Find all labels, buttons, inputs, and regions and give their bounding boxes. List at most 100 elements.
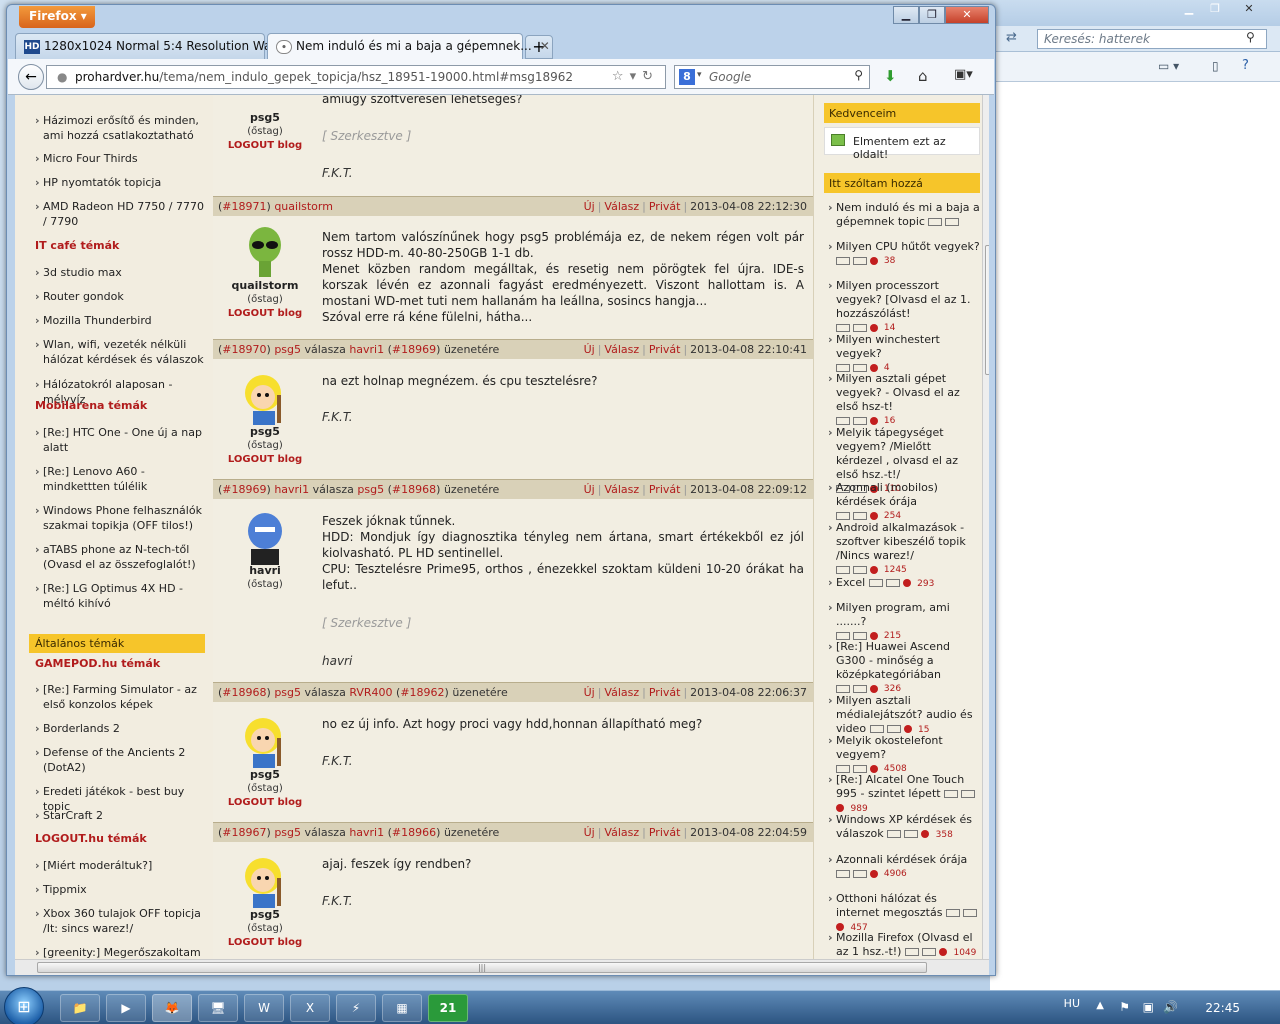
mail-icon[interactable] bbox=[836, 869, 850, 878]
tab-close-icon[interactable]: ✕ bbox=[540, 39, 550, 53]
bell-icon[interactable] bbox=[853, 764, 867, 773]
reply-to-link[interactable]: havri1 bbox=[349, 343, 384, 356]
vertical-scroll-thumb[interactable] bbox=[985, 245, 989, 375]
post-id-link[interactable]: #18968 bbox=[222, 686, 266, 699]
clock[interactable]: 22:45 bbox=[1205, 1001, 1240, 1015]
maximize-button[interactable]: ❐ bbox=[919, 6, 945, 24]
bell-icon[interactable] bbox=[961, 790, 976, 798]
app-21-taskbar-icon[interactable]: 21 bbox=[428, 994, 468, 1022]
author-link[interactable]: havri1 bbox=[274, 483, 309, 496]
mail-icon[interactable] bbox=[944, 790, 959, 798]
mail-icon[interactable] bbox=[868, 579, 883, 587]
reply-id-link[interactable]: #18969 bbox=[392, 343, 436, 356]
bell-icon[interactable] bbox=[853, 256, 867, 265]
list-item[interactable]: [Re:] Farming Simulator - az első konzol… bbox=[35, 682, 205, 712]
new-link[interactable]: Új bbox=[584, 343, 595, 356]
mail-icon[interactable] bbox=[836, 256, 850, 265]
search-icon[interactable]: ⚲ bbox=[854, 68, 863, 82]
reply-id-link[interactable]: #18966 bbox=[392, 826, 436, 839]
list-item[interactable]: 3d studio max bbox=[35, 265, 205, 280]
page-viewport[interactable]: Házimozi erősítő és minden, ami hozzá cs… bbox=[15, 95, 989, 959]
flash-taskbar-icon[interactable]: ⚡ bbox=[336, 994, 376, 1022]
minimize-icon[interactable]: ▁ bbox=[1176, 2, 1202, 18]
horizontal-scroll-thumb[interactable]: ||| bbox=[37, 962, 927, 973]
list-item[interactable]: Nem induló és mi a baja a gépemnek topic bbox=[828, 201, 980, 229]
author-link[interactable]: psg5 bbox=[274, 343, 301, 356]
search-icon[interactable]: ⚲ bbox=[1246, 30, 1255, 44]
author-name[interactable]: psg5 bbox=[215, 111, 315, 124]
mail-icon[interactable] bbox=[836, 764, 850, 773]
list-item[interactable]: Azonnali (mobilos) kérdések órája 254 bbox=[828, 481, 980, 523]
list-item[interactable]: StarCraft 2 bbox=[35, 808, 205, 823]
mail-icon[interactable] bbox=[945, 909, 960, 917]
list-item[interactable]: [Re:] Lenovo A60 - mindkettten túlélik bbox=[35, 464, 205, 494]
author-link[interactable]: quailstorm bbox=[274, 200, 333, 213]
firefox-menu-button[interactable]: Firefox ▾ bbox=[19, 6, 95, 28]
author-links[interactable]: LOGOUT blog bbox=[215, 308, 315, 319]
itcafe-heading[interactable]: IT café témák bbox=[35, 239, 119, 252]
volume-icon[interactable]: 🔊 bbox=[1163, 1000, 1178, 1014]
back-button[interactable]: ← bbox=[18, 64, 44, 90]
start-button[interactable]: ⊞ bbox=[4, 987, 44, 1024]
alien-avatar-icon[interactable] bbox=[239, 225, 291, 279]
list-item[interactable]: Milyen asztali médialejátszót? audio és … bbox=[828, 694, 980, 737]
list-item[interactable]: Windows Phone felhasználók szakmai topik… bbox=[35, 503, 205, 533]
mail-icon[interactable] bbox=[836, 565, 850, 574]
reply-link[interactable]: Válasz bbox=[604, 826, 639, 839]
mail-icon[interactable] bbox=[836, 323, 850, 332]
search-bar[interactable]: 8 ▾ Google ⚲ bbox=[674, 65, 870, 89]
reply-link[interactable]: Válasz bbox=[604, 686, 639, 699]
firefox-taskbar-icon[interactable]: 🦊 bbox=[152, 994, 192, 1022]
maximize-icon[interactable]: ❐ bbox=[1202, 2, 1228, 18]
bell-icon[interactable] bbox=[853, 631, 867, 640]
firefox-titlebar[interactable]: Firefox ▾ ▁ ❐ ✕ bbox=[7, 5, 995, 31]
bell-icon[interactable] bbox=[962, 909, 977, 917]
word-taskbar-icon[interactable]: W bbox=[244, 994, 284, 1022]
mail-icon[interactable] bbox=[836, 511, 850, 520]
list-item[interactable]: Xbox 360 tulajok OFF topicja /It: sincs … bbox=[35, 906, 205, 936]
tab-wallpaper[interactable]: HD 1280x1024 Normal 5:4 Resolution Wal...… bbox=[15, 33, 304, 59]
author-name[interactable]: psg5 bbox=[215, 425, 315, 438]
mail-icon[interactable] bbox=[928, 218, 943, 226]
new-link[interactable]: Új bbox=[584, 200, 595, 213]
bell-icon[interactable] bbox=[853, 565, 867, 574]
list-item[interactable]: Defense of the Ancients 2 (DotA2) bbox=[35, 745, 205, 775]
list-item[interactable]: [Miért moderáltuk?] bbox=[35, 858, 205, 873]
tray-expand-icon[interactable]: ▲ bbox=[1096, 1000, 1104, 1011]
list-item[interactable]: Milyen processzort vegyek? [Olvasd el az… bbox=[828, 279, 980, 335]
list-item[interactable]: Mozilla Firefox (Olvasd el az 1 hsz.-t!)… bbox=[828, 931, 980, 959]
home-icon[interactable]: ⌂ bbox=[918, 67, 928, 85]
list-item[interactable]: Melyik okostelefont vegyem? 4508 bbox=[828, 734, 980, 776]
cartoon-boy-avatar-icon[interactable] bbox=[239, 371, 291, 425]
author-name[interactable]: havri bbox=[215, 564, 315, 577]
list-item[interactable]: Windows XP kérdések és válaszok 358 bbox=[828, 813, 980, 842]
list-item[interactable]: Milyen program, ami .......? 215 bbox=[828, 601, 980, 643]
action-center-icon[interactable]: ⚑ bbox=[1119, 1000, 1130, 1014]
bell-icon[interactable] bbox=[853, 416, 867, 425]
author-link[interactable]: psg5 bbox=[274, 686, 301, 699]
private-link[interactable]: Privát bbox=[649, 343, 681, 356]
mobilarena-heading[interactable]: Mobilarena témák bbox=[35, 399, 147, 412]
new-link[interactable]: Új bbox=[584, 483, 595, 496]
reply-link[interactable]: Válasz bbox=[604, 483, 639, 496]
site-identity-icon[interactable]: ● bbox=[57, 70, 67, 84]
mail-icon[interactable] bbox=[904, 948, 919, 956]
list-item[interactable]: Azonnali kérdések órája 4906 bbox=[828, 853, 980, 881]
private-link[interactable]: Privát bbox=[649, 826, 681, 839]
logout-heading[interactable]: LOGOUT.hu témák bbox=[35, 832, 147, 845]
list-item[interactable]: [Re:] Alcatel One Touch 995 - szintet lé… bbox=[828, 773, 980, 816]
blue-alien-avatar-icon[interactable] bbox=[239, 511, 291, 565]
list-item[interactable]: Router gondok bbox=[35, 289, 205, 304]
list-item[interactable]: AMD Radeon HD 7750 / 7770 / 7790 bbox=[35, 199, 205, 229]
reply-to-link[interactable]: psg5 bbox=[357, 483, 384, 496]
refresh-icon[interactable]: ⇄ bbox=[1006, 30, 1017, 45]
author-links[interactable]: LOGOUT blog bbox=[215, 937, 315, 948]
reply-id-link[interactable]: #18968 bbox=[392, 483, 436, 496]
pane-icon[interactable]: ▯ bbox=[1212, 59, 1219, 73]
bookmark-star-icon[interactable]: ☆▾↻ bbox=[612, 69, 659, 84]
vertical-scrollbar[interactable] bbox=[982, 95, 989, 959]
bell-icon[interactable] bbox=[885, 579, 900, 587]
list-item[interactable]: [Re:] Huawei Ascend G300 - minőség a köz… bbox=[828, 640, 980, 696]
language-indicator[interactable]: HU bbox=[1064, 997, 1080, 1010]
list-item[interactable]: Borderlands 2 bbox=[35, 721, 205, 736]
